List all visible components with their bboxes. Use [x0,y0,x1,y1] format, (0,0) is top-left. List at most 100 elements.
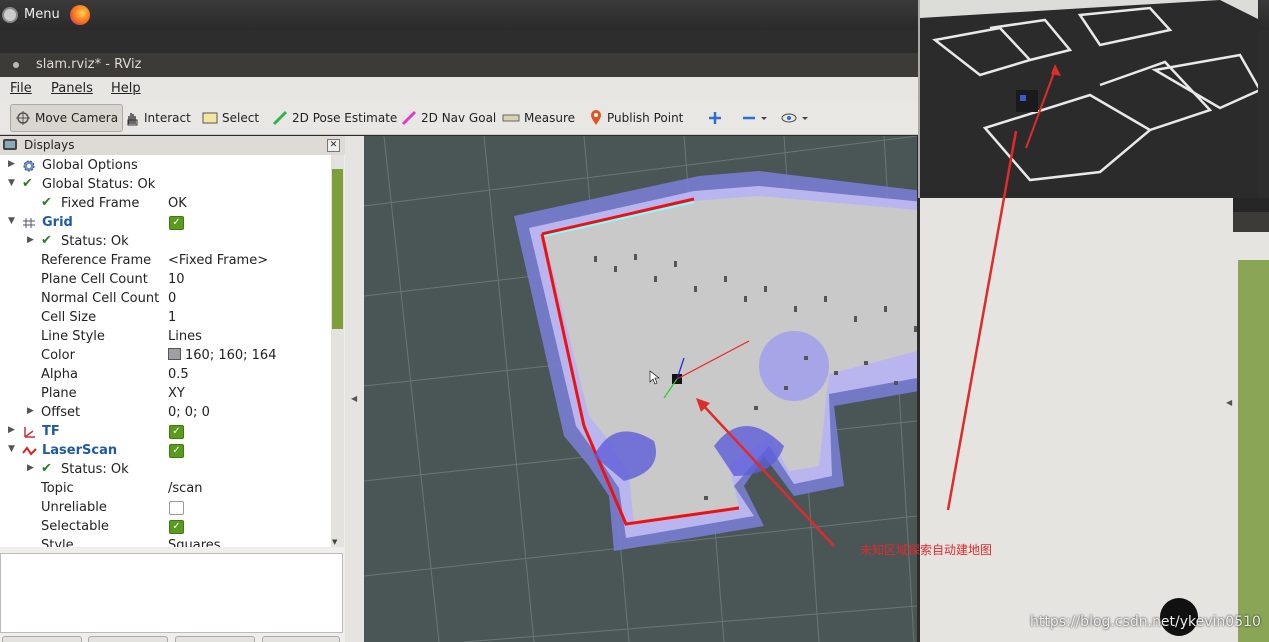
move-camera-button[interactable]: Move Camera [10,104,124,132]
grid-enabled-checkbox[interactable]: ✓ [169,216,184,230]
color-swatch[interactable] [168,348,181,360]
displays-tree: ▶ Global Options ▼ ✔ Global Status: Ok ✔… [0,155,331,547]
photo-pointer-arrow [946,130,1018,511]
close-panel-icon[interactable]: ✕ [327,139,340,152]
tree-row-plane[interactable]: Plane XY [0,385,331,404]
tree-row-topic[interactable]: Topic /scan [0,480,331,499]
menu-icon[interactable] [2,7,18,23]
tree-row-normal-cell-count[interactable]: Normal Cell Count 0 [0,290,331,309]
panel-splitter[interactable]: ◀ [345,136,364,642]
tool-toolbar: Move Camera Interact Select 2D Pose Esti… [0,101,920,135]
move-camera-label: Move Camera [35,111,119,125]
tree-row-style[interactable]: Style Squares [0,537,331,547]
window-close-dot-icon[interactable] [13,62,19,68]
expand-arrow-icon[interactable]: ▶ [27,463,34,473]
gear-icon [23,160,35,172]
expand-arrow-icon[interactable]: ▶ [8,159,15,169]
add-tool-button[interactable] [704,104,726,132]
grid-icon [23,218,35,228]
minus-icon [743,116,767,120]
collapse-arrow-icon[interactable]: ▼ [8,444,15,454]
map-canvas [364,136,917,642]
scroll-down-icon[interactable]: ▼ [332,538,337,546]
collapse-arrow-icon[interactable]: ▼ [8,178,15,188]
tree-row-tf[interactable]: ▶ TF ✓ [0,423,331,442]
tree-row-global-status[interactable]: ▼ ✔ Global Status: Ok [0,176,331,195]
tree-row-laserscan-status[interactable]: ▶ ✔ Status: Ok [0,461,331,480]
move-camera-icon [16,111,30,125]
tree-row-line-style[interactable]: Line Style Lines [0,328,331,347]
measure-button[interactable]: Measure [498,104,579,132]
eye-icon [781,113,808,123]
tree-row-fixed-frame[interactable]: ✔ Fixed Frame OK [0,195,331,214]
render-viewport[interactable] [364,136,917,642]
rename-display-button[interactable] [262,636,340,642]
interact-button[interactable]: Interact [120,104,195,132]
view-tool-button[interactable] [777,104,815,132]
tree-row-laserscan[interactable]: ▼ LaserScan ✓ [0,442,331,461]
tree-row-color[interactable]: Color 160; 160; 164 [0,347,331,366]
expand-arrow-icon[interactable]: ▶ [27,235,34,245]
add-display-button[interactable] [2,636,82,642]
displays-scrollbar[interactable]: ▼ [331,155,344,547]
unreliable-checkbox[interactable] [169,501,184,515]
tree-row-offset[interactable]: ▶ Offset 0; 0; 0 [0,404,331,423]
tree-row-unreliable[interactable]: Unreliable [0,499,331,518]
monitor-icon [3,139,17,150]
publish-point-button[interactable]: Publish Point [585,104,687,132]
tree-row-alpha[interactable]: Alpha 0.5 [0,366,331,385]
menu-panels[interactable]: Panels [51,81,93,96]
selectable-checkbox[interactable]: ✓ [169,520,184,534]
secondary-titlebar [1233,212,1269,232]
secondary-scroll-thumb[interactable] [1238,260,1269,642]
secondary-sidebar [1233,212,1269,642]
laserscan-enabled-checkbox[interactable]: ✓ [169,444,184,458]
remove-tool-button[interactable] [738,104,774,132]
measure-label: Measure [524,111,575,125]
nav-goal-button[interactable]: 2D Nav Goal [397,104,500,132]
hand-icon [127,113,138,126]
nav-goal-label: 2D Nav Goal [421,111,497,125]
tree-row-cell-size[interactable]: Cell Size 1 [0,309,331,328]
plus-icon [709,112,721,124]
remove-display-button[interactable] [175,636,255,642]
firefox-icon[interactable] [70,5,90,25]
costmap [514,171,917,551]
check-icon: ✔ [22,176,33,191]
select-button[interactable]: Select [198,104,263,132]
watermark-url: https://blog.csdn.net/ykevin0510 [1030,614,1261,630]
tree-row-selectable[interactable]: Selectable ✓ [0,518,331,537]
collapse-right-icon[interactable]: ◀ [1226,398,1232,407]
ruler-icon [502,114,520,122]
duplicate-display-button[interactable] [88,636,168,642]
panel-buttons [0,636,345,642]
interact-label: Interact [144,111,191,125]
collapse-arrow-icon[interactable]: ▼ [8,216,15,226]
displays-title: Displays [24,138,75,152]
magenta-arrow-icon [401,110,417,126]
laserscan-icon [22,446,37,456]
tree-row-global-options[interactable]: ▶ Global Options [0,157,331,176]
tree-row-reference-frame[interactable]: Reference Frame <Fixed Frame> [0,252,331,271]
expand-arrow-icon[interactable]: ▶ [8,425,15,435]
tree-row-grid-status[interactable]: ▶ ✔ Status: Ok [0,233,331,252]
collapse-left-icon[interactable]: ◀ [351,394,357,403]
menu-help[interactable]: Help [111,81,141,96]
color-value[interactable]: 160; 160; 164 [168,348,276,363]
tf-enabled-checkbox[interactable]: ✓ [169,425,184,439]
fixed-frame-status: OK [168,196,187,211]
property-description-box [0,553,343,633]
expand-arrow-icon[interactable]: ▶ [27,406,34,416]
menu-file[interactable]: File [10,81,32,96]
desktop-menu-button[interactable]: Menu [24,7,60,22]
tree-row-grid[interactable]: ▼ Grid ✓ [0,214,331,233]
tree-row-plane-cell-count[interactable]: Plane Cell Count 10 [0,271,331,290]
publish-point-label: Publish Point [607,111,684,125]
annotation-caption: 未知区域探索自动建地图 [860,543,993,557]
tf-axes-icon [24,427,35,438]
scrollbar-thumb[interactable] [332,169,343,329]
displays-panel-header: Displays ✕ [0,136,345,155]
check-icon: ✔ [41,461,52,476]
pose-estimate-button[interactable]: 2D Pose Estimate [268,104,401,132]
window-title: slam.rviz* - RViz [36,57,142,72]
